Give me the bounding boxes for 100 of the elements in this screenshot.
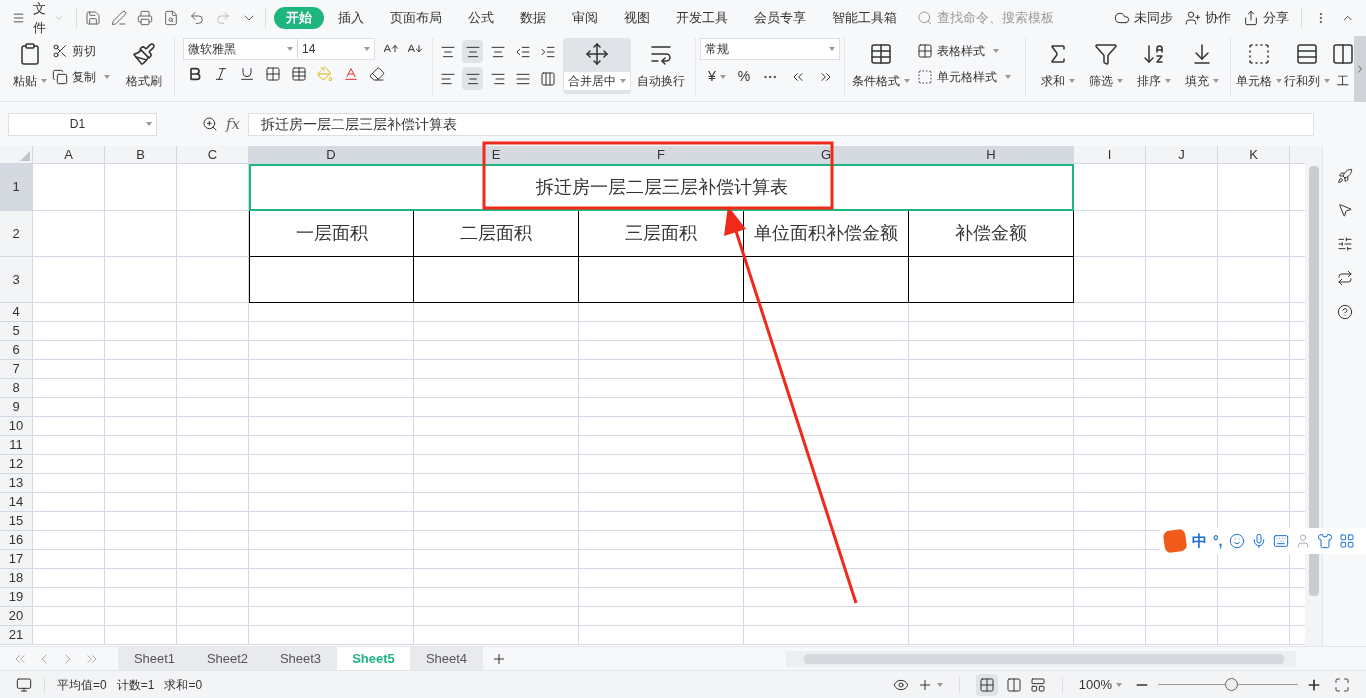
ribbon-tab[interactable]: 数据 xyxy=(507,7,558,29)
fullscreen-icon[interactable] xyxy=(1334,676,1350,693)
zoom-slider[interactable] xyxy=(1158,677,1298,692)
wrap-text-button[interactable]: 自动换行 xyxy=(631,38,691,94)
shirt-icon[interactable] xyxy=(1316,533,1333,549)
fx-label[interactable]: fx xyxy=(226,112,240,136)
row-header[interactable]: 18 xyxy=(0,569,33,588)
row-header[interactable]: 8 xyxy=(0,379,33,398)
column-header[interactable]: K xyxy=(1218,146,1290,163)
border-icon[interactable] xyxy=(265,66,281,82)
row-header[interactable]: 7 xyxy=(0,360,33,379)
ime-mode[interactable]: 中 xyxy=(1192,529,1207,553)
row-header[interactable]: 16 xyxy=(0,531,33,550)
row-header[interactable]: 9 xyxy=(0,398,33,417)
ribbon-tab[interactable]: 公式 xyxy=(455,7,506,29)
number-format-field[interactable]: 常规 xyxy=(700,38,840,60)
column-header[interactable]: H xyxy=(909,146,1074,163)
eraser-icon[interactable] xyxy=(369,66,385,82)
worksheet-button[interactable]: 工 xyxy=(1331,38,1355,94)
preview-icon[interactable] xyxy=(162,10,179,26)
column-header[interactable]: B xyxy=(105,146,177,163)
row-header[interactable]: 17 xyxy=(0,550,33,569)
column-header[interactable]: E xyxy=(414,146,579,163)
conditional-format-button[interactable]: 条件格式 xyxy=(849,38,913,94)
column-header[interactable]: I xyxy=(1074,146,1146,163)
row-header[interactable]: 20 xyxy=(0,607,33,626)
pen-icon[interactable] xyxy=(110,10,127,26)
row-header[interactable]: 11 xyxy=(0,436,33,455)
ime-logo-icon[interactable] xyxy=(1162,528,1188,554)
cell-fill-icon[interactable] xyxy=(291,66,307,82)
page-break-icon[interactable] xyxy=(1029,676,1046,693)
cut-button[interactable]: 剪切 xyxy=(52,42,122,60)
ribbon-tab[interactable]: 页面布局 xyxy=(377,7,454,29)
column-header[interactable]: F xyxy=(579,146,744,163)
row-header[interactable]: 21 xyxy=(0,626,33,645)
grid-icon[interactable] xyxy=(1338,533,1355,549)
bold-icon[interactable] xyxy=(187,66,203,82)
column-header[interactable]: G xyxy=(744,146,909,163)
file-menu[interactable]: 文件 xyxy=(12,0,65,38)
paste-button[interactable]: 粘贴 xyxy=(8,38,52,94)
macro-icon[interactable] xyxy=(16,676,32,693)
zoom-icon[interactable] xyxy=(202,116,218,132)
keyboard-icon[interactable] xyxy=(1272,533,1289,549)
sliders-icon[interactable] xyxy=(1336,236,1353,252)
row-header[interactable]: 6 xyxy=(0,341,33,360)
ribbon-tab[interactable]: 智能工具箱 xyxy=(819,7,909,29)
copy-button[interactable]: 复制 xyxy=(52,68,122,86)
filter-button[interactable]: 筛选 xyxy=(1082,38,1130,94)
transform-icon[interactable] xyxy=(1336,270,1353,286)
column-header[interactable]: D xyxy=(249,146,414,163)
row-header[interactable]: 12 xyxy=(0,455,33,474)
row-header[interactable]: 19 xyxy=(0,588,33,607)
sheet-tab[interactable]: Sheet3 xyxy=(264,647,337,670)
column-header[interactable]: A xyxy=(33,146,105,163)
print-icon[interactable] xyxy=(136,10,153,26)
row-header[interactable]: 3 xyxy=(0,257,33,303)
underline-icon[interactable] xyxy=(239,66,255,82)
italic-icon[interactable] xyxy=(213,66,229,82)
row-header[interactable]: 13 xyxy=(0,474,33,493)
currency-button[interactable]: ¥ xyxy=(708,66,726,87)
row-header[interactable]: 10 xyxy=(0,417,33,436)
row-header[interactable]: 2 xyxy=(0,211,33,257)
emoji-icon[interactable] xyxy=(1228,533,1245,549)
zoom-level[interactable]: 100% xyxy=(1078,674,1122,695)
fill-button[interactable]: 填充 xyxy=(1178,38,1226,94)
name-box[interactable]: D1 xyxy=(8,112,157,136)
row-header[interactable]: 5 xyxy=(0,322,33,341)
merge-center-button[interactable]: 合并居中 xyxy=(563,38,631,94)
ribbon-tab[interactable]: 开发工具 xyxy=(663,7,740,29)
toolbar-action[interactable]: 协作 xyxy=(1184,8,1231,28)
ribbon-tab[interactable]: 审阅 xyxy=(559,7,610,29)
cell-style-button[interactable]: 单元格样式 xyxy=(917,68,1017,86)
ime-punctuation[interactable]: °, xyxy=(1213,530,1223,552)
zoom-thumb[interactable] xyxy=(1224,678,1238,691)
sort-button[interactable]: 排序 xyxy=(1130,38,1178,94)
row-header[interactable]: 1 xyxy=(0,164,33,211)
ribbon-tab[interactable]: 视图 xyxy=(611,7,662,29)
table-style-button[interactable]: 表格样式 xyxy=(917,42,1017,60)
toolbar-action[interactable]: 未同步 xyxy=(1113,8,1173,28)
cell-button[interactable]: 单元格 xyxy=(1235,38,1283,94)
rocket-icon[interactable] xyxy=(1336,168,1353,184)
save-icon[interactable] xyxy=(84,10,101,26)
row-header[interactable]: 14 xyxy=(0,493,33,512)
font-color-icon[interactable] xyxy=(343,66,359,82)
ribbon-tab[interactable]: 插入 xyxy=(325,7,376,29)
percent-button[interactable]: % xyxy=(737,66,751,87)
sheet-tab[interactable]: Sheet4 xyxy=(410,647,483,670)
page-view-icon[interactable] xyxy=(1005,676,1022,693)
row-header[interactable]: 4 xyxy=(0,303,33,322)
toolbar-action[interactable]: 分享 xyxy=(1242,8,1289,28)
column-header[interactable]: C xyxy=(177,146,249,163)
help-icon[interactable] xyxy=(1336,304,1353,320)
sheet-tab[interactable]: Sheet1 xyxy=(118,647,191,670)
ribbon-tab[interactable]: 会员专享 xyxy=(741,7,818,29)
distribute-icon[interactable] xyxy=(540,70,557,87)
formula-field[interactable]: 拆迁房一层二层三层补偿计算表 xyxy=(248,112,1314,136)
sheet-tab[interactable]: Sheet2 xyxy=(191,647,264,670)
column-header[interactable]: J xyxy=(1146,146,1218,163)
horizontal-scrollbar[interactable] xyxy=(786,650,1296,667)
fill-color-icon[interactable] xyxy=(317,66,333,82)
